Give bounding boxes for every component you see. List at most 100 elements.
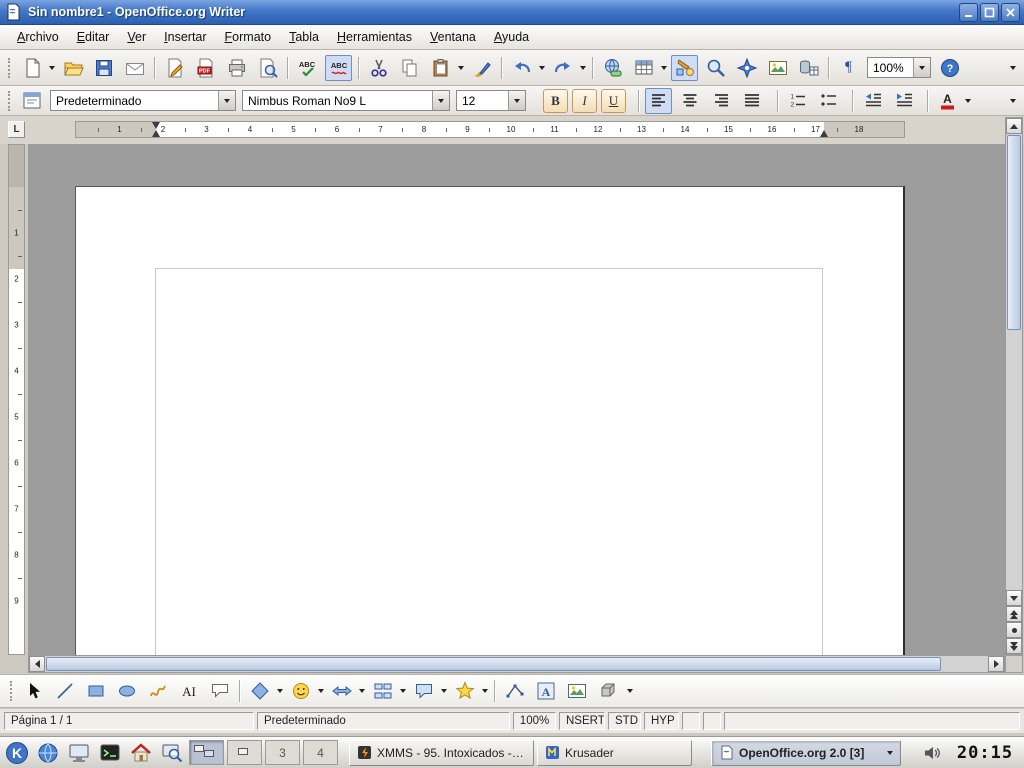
italic-button[interactable]: I: [572, 89, 597, 113]
cut-button[interactable]: [365, 55, 392, 81]
basic-shapes-dropdown[interactable]: [275, 678, 285, 704]
callouts-button[interactable]: [410, 678, 437, 704]
export-pdf-button[interactable]: PDF: [192, 55, 219, 81]
scroll-right-button[interactable]: [988, 656, 1004, 672]
extrusion-button[interactable]: [594, 678, 621, 704]
pager-desktop-1[interactable]: [189, 740, 224, 765]
left-indent-marker[interactable]: [152, 130, 160, 137]
autospellcheck-button[interactable]: ABC: [325, 55, 352, 81]
find-replace-button[interactable]: [702, 55, 729, 81]
quicklaunch-home[interactable]: [127, 739, 155, 767]
symbol-shapes-button[interactable]: [287, 678, 314, 704]
status-zoom[interactable]: 100%: [513, 712, 556, 730]
paragraph-style-dropdown-arrow[interactable]: [218, 91, 235, 110]
font-name-dropdown-arrow[interactable]: [432, 91, 449, 110]
document-canvas[interactable]: [28, 144, 1005, 655]
bullet-list-button[interactable]: [815, 88, 842, 114]
menu-tabla[interactable]: Tabla: [280, 27, 328, 47]
copy-button[interactable]: [396, 55, 423, 81]
close-button[interactable]: [1001, 3, 1020, 22]
font-size-dropdown-arrow[interactable]: [508, 91, 525, 110]
paste-dropdown[interactable]: [456, 55, 466, 81]
format-paintbrush-button[interactable]: [468, 55, 495, 81]
save-button[interactable]: [90, 55, 117, 81]
undo-dropdown[interactable]: [537, 55, 547, 81]
ellipse-button[interactable]: [113, 678, 140, 704]
stars-button[interactable]: [451, 678, 478, 704]
document-page[interactable]: [75, 186, 905, 655]
toolbar-overflow-button[interactable]: [1006, 89, 1020, 113]
pager-desktop-4[interactable]: 4: [303, 740, 338, 765]
rectangle-button[interactable]: [82, 678, 109, 704]
document-as-email-button[interactable]: [121, 55, 148, 81]
titlebar[interactable]: Sin nombre1 - OpenOffice.org Writer: [0, 0, 1024, 25]
block-arrows-dropdown[interactable]: [357, 678, 367, 704]
scroll-up-button[interactable]: [1006, 118, 1022, 134]
toolbar-overflow-button[interactable]: [623, 679, 637, 703]
align-center-button[interactable]: [676, 88, 703, 114]
symbol-shapes-dropdown[interactable]: [316, 678, 326, 704]
font-color-dropdown[interactable]: [963, 88, 973, 114]
maximize-button[interactable]: [980, 3, 999, 22]
underline-button[interactable]: U: [601, 89, 626, 113]
quicklaunch-konqueror[interactable]: [34, 739, 62, 767]
flowcharts-dropdown[interactable]: [398, 678, 408, 704]
pager-desktop-3[interactable]: 3: [265, 740, 300, 765]
status-insert-mode[interactable]: NSERT: [559, 712, 605, 730]
bold-button[interactable]: B: [543, 89, 568, 113]
status-page[interactable]: Página 1 / 1: [4, 712, 254, 730]
task-xmms[interactable]: XMMS - 95. Intoxicados - Se: [349, 740, 534, 766]
menu-ver[interactable]: Ver: [118, 27, 155, 47]
decrease-indent-button[interactable]: [859, 88, 886, 114]
toolbar-overflow-button[interactable]: [1006, 56, 1020, 80]
vertical-scroll-thumb[interactable]: [1007, 135, 1021, 330]
task-group-arrow[interactable]: [887, 751, 893, 755]
toolbar-grip[interactable]: [8, 91, 12, 111]
toolbar-grip[interactable]: [8, 58, 12, 78]
horizontal-ruler[interactable]: 123456789101112131415161718: [75, 121, 905, 138]
task-openoffice[interactable]: OpenOffice.org 2.0 [3]: [711, 740, 901, 766]
quicklaunch-konsole[interactable]: [96, 739, 124, 767]
undo-button[interactable]: [508, 55, 535, 81]
toolbar-grip[interactable]: [10, 681, 14, 701]
justify-button[interactable]: [738, 88, 765, 114]
vertical-scrollbar[interactable]: [1005, 117, 1023, 655]
text-button[interactable]: AI: [175, 678, 202, 704]
hyperlink-button[interactable]: [599, 55, 626, 81]
menu-archivo[interactable]: Archivo: [8, 27, 68, 47]
align-right-button[interactable]: [707, 88, 734, 114]
align-left-button[interactable]: [645, 88, 672, 114]
navigation-dot-button[interactable]: [1006, 622, 1022, 638]
page-preview-button[interactable]: [254, 55, 281, 81]
gallery-button[interactable]: [764, 55, 791, 81]
line-button[interactable]: [51, 678, 78, 704]
freeform-line-button[interactable]: [144, 678, 171, 704]
zoom-dropdown-arrow[interactable]: [913, 58, 930, 77]
increase-indent-button[interactable]: [890, 88, 917, 114]
redo-dropdown[interactable]: [578, 55, 588, 81]
menu-editar[interactable]: Editar: [68, 27, 119, 47]
basic-shapes-button[interactable]: [246, 678, 273, 704]
callouts-dropdown[interactable]: [439, 678, 449, 704]
print-button[interactable]: [223, 55, 250, 81]
redo-button[interactable]: [549, 55, 576, 81]
block-arrows-button[interactable]: [328, 678, 355, 704]
status-hyperlink-mode[interactable]: HYP: [644, 712, 679, 730]
select-button[interactable]: [20, 678, 47, 704]
help-button[interactable]: ?: [936, 55, 963, 81]
first-line-indent-marker[interactable]: [152, 122, 160, 129]
pager-desktop-2[interactable]: [227, 740, 262, 765]
font-size-combobox[interactable]: 12: [456, 90, 526, 111]
scroll-down-button[interactable]: [1006, 590, 1022, 606]
draw-functions-button[interactable]: [671, 55, 698, 81]
tab-stop-selector[interactable]: L: [8, 121, 25, 138]
from-file-button[interactable]: [563, 678, 590, 704]
open-button[interactable]: [59, 55, 86, 81]
quicklaunch-find-files[interactable]: [158, 739, 186, 767]
menu-ventana[interactable]: Ventana: [421, 27, 485, 47]
status-selection-mode[interactable]: STD: [608, 712, 641, 730]
new-document-button[interactable]: [18, 55, 45, 81]
menu-formato[interactable]: Formato: [216, 27, 281, 47]
vertical-ruler[interactable]: 123456789: [8, 144, 25, 655]
nonprinting-characters-button[interactable]: ¶: [835, 55, 862, 81]
